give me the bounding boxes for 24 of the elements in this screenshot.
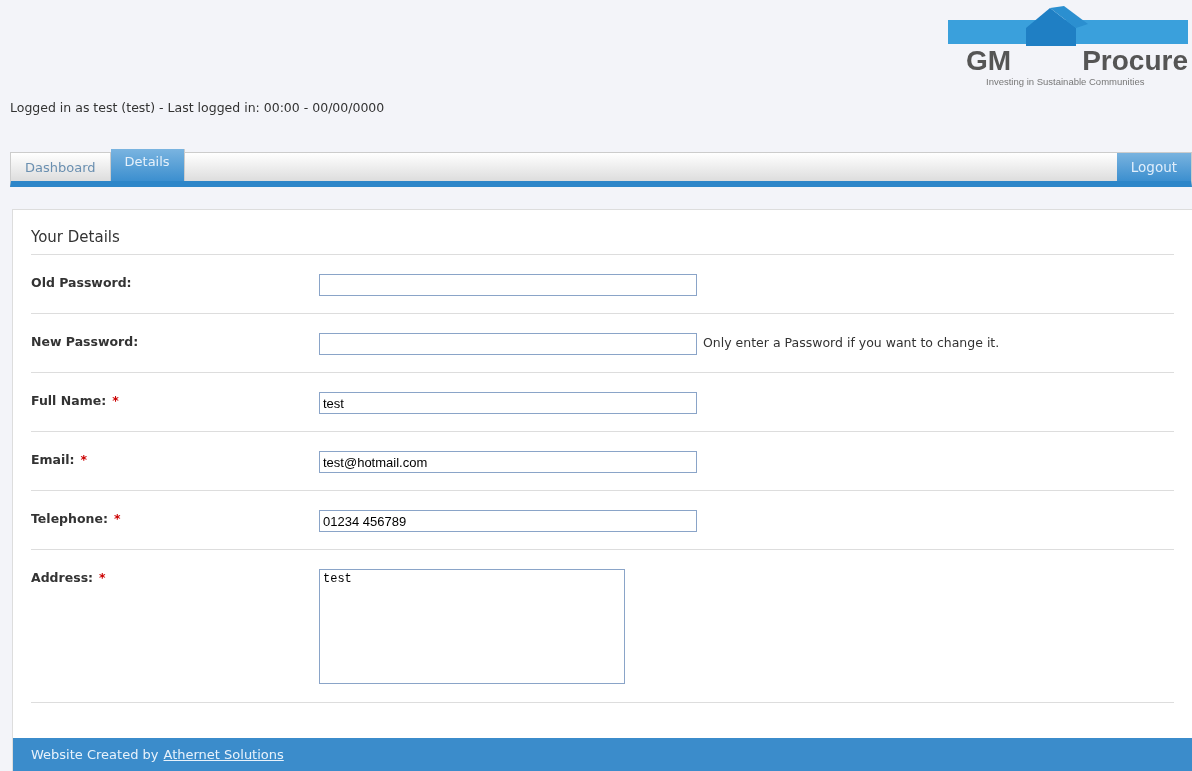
section-title: Your Details xyxy=(31,210,1174,255)
required-mark: * xyxy=(112,393,119,408)
field-hint: Only enter a Password if you want to change it. xyxy=(703,335,1000,350)
logo-tagline: Investing in Sustainable Communities xyxy=(986,76,1145,87)
required-mark: * xyxy=(99,570,106,585)
logo-brand: GM xyxy=(966,47,1012,75)
field-label: Address: xyxy=(31,570,94,585)
input-field[interactable]: 01234 456789 xyxy=(319,510,697,532)
input-field[interactable] xyxy=(319,274,697,296)
input-field[interactable] xyxy=(319,333,697,355)
address-field[interactable]: test xyxy=(319,569,625,684)
required-mark: * xyxy=(113,511,121,526)
field-label: Telephone: xyxy=(31,511,108,526)
input-field[interactable]: test xyxy=(319,392,697,414)
field-label: Email: xyxy=(31,452,75,467)
logo-brand: Procure xyxy=(1082,47,1188,75)
house-logo-icon xyxy=(948,6,1188,46)
field-label: Old Password: xyxy=(31,275,132,290)
login-status: Logged in as test (test) - Last logged in: 00:00 - 00/00/0000 xyxy=(10,100,385,115)
footer-text: Website Created by xyxy=(31,747,159,762)
required-mark: * xyxy=(80,452,88,467)
field-label: New Password: xyxy=(31,334,139,349)
field-label: Full Name: xyxy=(31,393,107,408)
input-field[interactable]: test@hotmail.com xyxy=(319,451,697,473)
